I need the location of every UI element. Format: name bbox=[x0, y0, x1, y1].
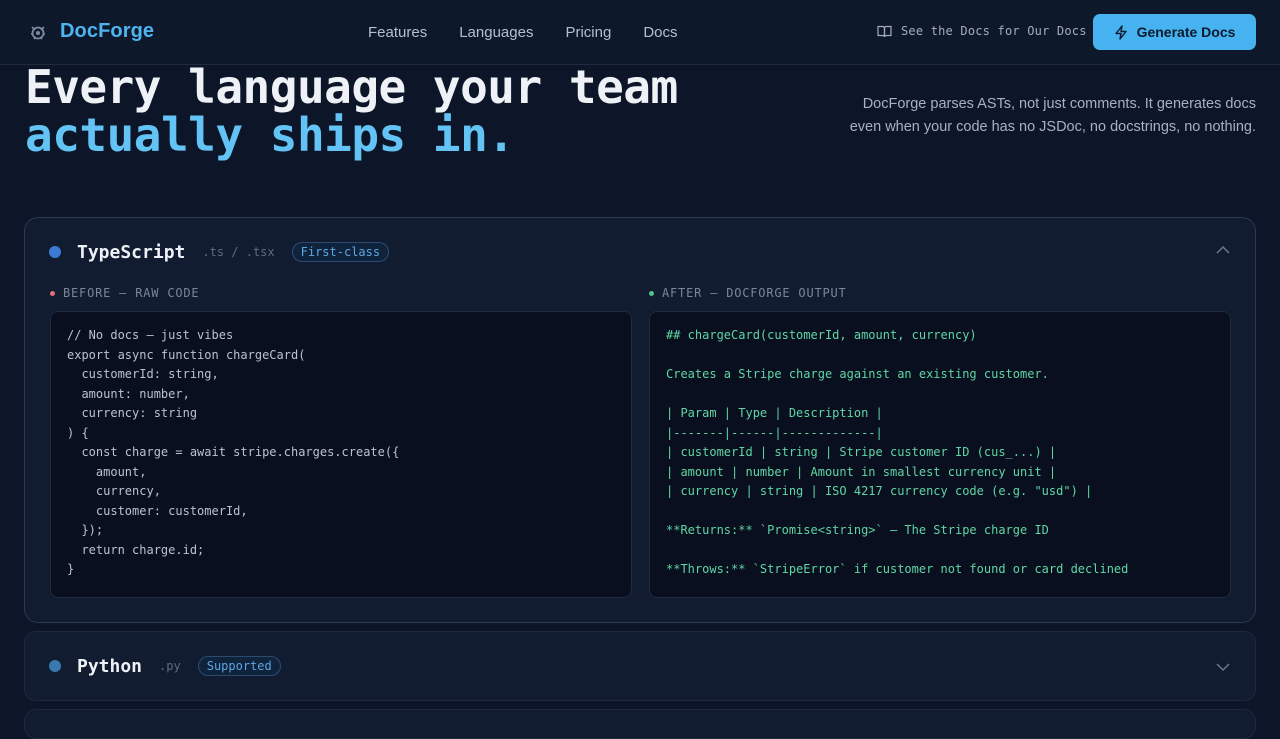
language-card-next[interactable] bbox=[24, 709, 1256, 739]
chevron-up-icon[interactable] bbox=[1216, 245, 1230, 255]
brand-mark-icon bbox=[31, 25, 45, 40]
support-badge: First-class bbox=[291, 242, 390, 262]
language-name: Python bbox=[77, 655, 143, 677]
see-docs-label: See the Docs for Our Docs bbox=[901, 24, 1087, 38]
top-nav: DocForge Features Languages Pricing Docs… bbox=[0, 0, 1280, 65]
brand-logo[interactable]: DocForge bbox=[28, 20, 154, 43]
nav-link-features[interactable]: Features bbox=[368, 24, 427, 41]
language-dot bbox=[49, 660, 61, 672]
language-extensions: .ts / .tsx bbox=[202, 245, 275, 259]
language-card-python[interactable]: Python .py Supported bbox=[24, 631, 1256, 701]
after-dot bbox=[649, 290, 654, 296]
hero-line-1: Every language your team bbox=[25, 60, 678, 114]
hero-description: DocForge parses ASTs, not just comments.… bbox=[849, 96, 1256, 135]
language-name: TypeScript bbox=[77, 241, 186, 263]
language-card-header[interactable]: Python .py Supported bbox=[49, 654, 281, 678]
generate-docs-button[interactable]: Generate Docs bbox=[1093, 14, 1256, 50]
lightning-icon bbox=[1114, 24, 1127, 40]
nav-link-docs[interactable]: Docs bbox=[643, 24, 677, 41]
language-dot bbox=[49, 246, 61, 258]
language-card-header[interactable]: TypeScript .ts / .tsx First-class bbox=[49, 240, 390, 264]
before-dot bbox=[50, 290, 55, 296]
before-label-text: BEFORE — RAW CODE bbox=[63, 286, 200, 300]
after-code-block: ## chargeCard(customerId, amount, curren… bbox=[649, 311, 1231, 598]
nav-link-pricing[interactable]: Pricing bbox=[565, 24, 611, 41]
language-extensions: .py bbox=[159, 659, 181, 673]
after-label-text: AFTER — DOCFORGE OUTPUT bbox=[662, 286, 847, 300]
hero-line-2: actually ships in. bbox=[25, 108, 515, 162]
after-label: AFTER — DOCFORGE OUTPUT bbox=[649, 286, 847, 300]
nav-links: Features Languages Pricing Docs bbox=[368, 24, 678, 41]
see-docs-link[interactable]: See the Docs for Our Docs bbox=[877, 24, 1087, 38]
chevron-down-icon[interactable] bbox=[1216, 662, 1230, 672]
book-icon bbox=[877, 25, 892, 37]
before-label: BEFORE — RAW CODE bbox=[50, 286, 199, 300]
brand-name: DocForge bbox=[60, 20, 155, 42]
nav-link-languages[interactable]: Languages bbox=[459, 24, 533, 41]
generate-docs-label: Generate Docs bbox=[1136, 24, 1236, 40]
language-card-typescript: TypeScript .ts / .tsx First-class BEFORE… bbox=[24, 217, 1256, 623]
hero-title: Every language your team actually ships … bbox=[25, 63, 678, 159]
support-badge: Supported bbox=[197, 656, 281, 676]
before-code-block: // No docs — just vibes export async fun… bbox=[50, 311, 632, 598]
